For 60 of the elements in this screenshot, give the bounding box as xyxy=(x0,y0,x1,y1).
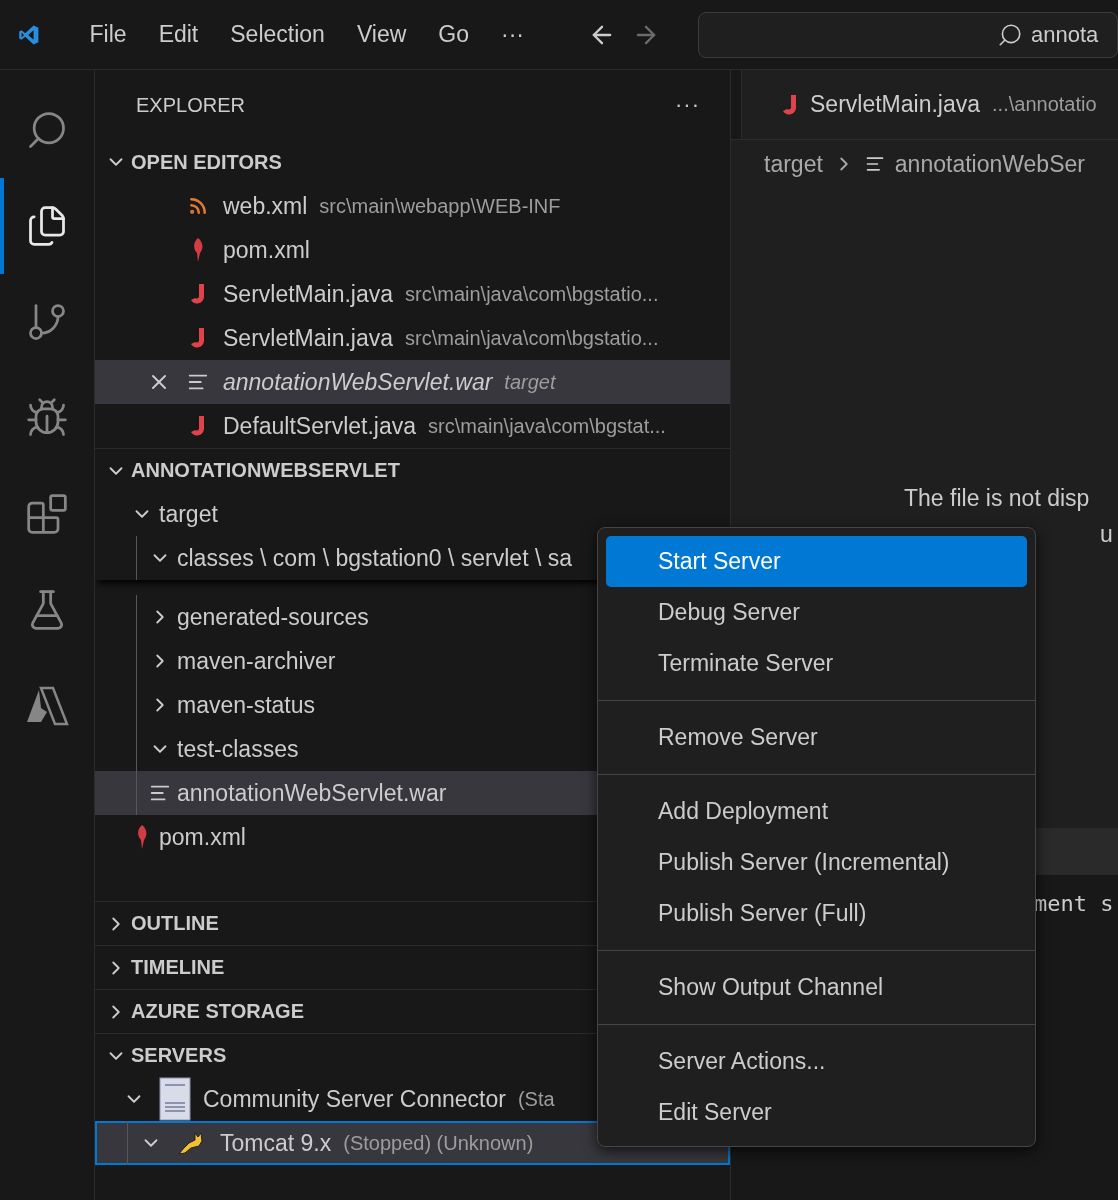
lines-icon xyxy=(864,154,885,174)
more-actions-button[interactable]: ··· xyxy=(675,92,700,118)
file-name[interactable]: web.xml xyxy=(223,192,308,220)
file-name[interactable]: pom.xml xyxy=(223,236,310,264)
open-editor-row[interactable]: ServletMain.java src\main\java\com\bgstatio... xyxy=(95,272,730,316)
open-editor-row[interactable]: pom.xml xyxy=(95,228,730,272)
menu-item[interactable]: Selection xyxy=(214,21,341,48)
menu-item[interactable]: ··· xyxy=(485,21,540,48)
server-tower-icon xyxy=(159,1077,191,1121)
folder-name[interactable]: maven-status xyxy=(177,691,316,719)
search-field[interactable]: annota xyxy=(698,11,1118,58)
file-path: src\main\java\com\bgstatio... xyxy=(405,326,659,350)
menu-item[interactable]: Go xyxy=(422,21,485,48)
server-name[interactable]: Community Server Connector xyxy=(203,1085,506,1113)
tree-row[interactable]: target xyxy=(95,492,730,536)
open-editor-row[interactable]: ServletMain.java src\main\java\com\bgstatio... xyxy=(95,316,730,360)
folder-name[interactable]: generated-sources xyxy=(177,603,369,631)
file-name[interactable]: pom.xml xyxy=(159,823,246,851)
file-path: src\main\java\com\bgstatio... xyxy=(405,282,659,306)
file-name[interactable]: ServletMain.java xyxy=(223,324,394,352)
server-name[interactable]: Tomcat 9.x xyxy=(220,1129,332,1157)
folder-name[interactable]: maven-archiver xyxy=(177,647,336,675)
rss-icon xyxy=(188,196,208,216)
menu-item[interactable]: Debug Server xyxy=(606,587,1027,638)
server-status: (Stopped) (Unknown) xyxy=(343,1131,534,1155)
menu-item[interactable]: Publish Server (Incremental) xyxy=(606,837,1027,888)
java-icon xyxy=(190,414,206,438)
feather-icon xyxy=(191,237,205,263)
editor-message: u xyxy=(1100,520,1114,549)
server-status: (Sta xyxy=(517,1087,555,1111)
file-path: src\main\java\com\bgstat... xyxy=(428,414,666,438)
folder-name[interactable]: classes \ com \ bgstation0 \ servlet \ sa xyxy=(177,544,572,572)
java-icon xyxy=(190,326,206,350)
file-path: target xyxy=(504,370,556,394)
menu-item[interactable]: File xyxy=(73,21,143,48)
menu-item[interactable]: View xyxy=(340,21,423,48)
file-name[interactable]: DefaultServlet.java xyxy=(223,412,417,440)
file-name[interactable]: ServletMain.java xyxy=(223,280,394,308)
menu-item[interactable]: Start Server xyxy=(606,536,1027,587)
file-name[interactable]: annotationWebServlet.war xyxy=(223,368,493,396)
azure-icon xyxy=(25,686,69,726)
folder-name[interactable]: test-classes xyxy=(177,735,299,763)
menu-item[interactable]: Edit xyxy=(142,21,215,48)
java-icon xyxy=(190,282,206,306)
java-icon xyxy=(782,92,798,117)
breadcrumb-item[interactable]: target xyxy=(764,150,823,178)
open-editor-row[interactable]: annotationWebServlet.war target xyxy=(95,360,730,404)
folder-name[interactable]: target xyxy=(159,500,218,528)
section-header[interactable]: ANNOTATIONWEBSERVLET xyxy=(95,448,730,492)
extensions-icon[interactable] xyxy=(25,492,69,536)
file-path: src\main\webapp\WEB-INF xyxy=(319,194,561,218)
editor-tab[interactable]: ServletMain.java ...\annotatio xyxy=(741,70,1118,139)
sidebar-title: EXPLORER xyxy=(136,93,245,117)
open-editor-row[interactable]: web.xml src\main\webapp\WEB-INF xyxy=(95,184,730,228)
file-name[interactable]: annotationWebServlet.war xyxy=(177,779,447,807)
editor-message: The file is not disp xyxy=(904,484,1091,513)
open-editor-row[interactable]: DefaultServlet.java src\main\java\com\bgstat... xyxy=(95,404,730,448)
section-header[interactable]: OPEN EDITORS xyxy=(95,140,730,184)
feather-icon xyxy=(135,824,149,850)
breadcrumb-item[interactable]: annotationWebSer xyxy=(894,150,1085,178)
